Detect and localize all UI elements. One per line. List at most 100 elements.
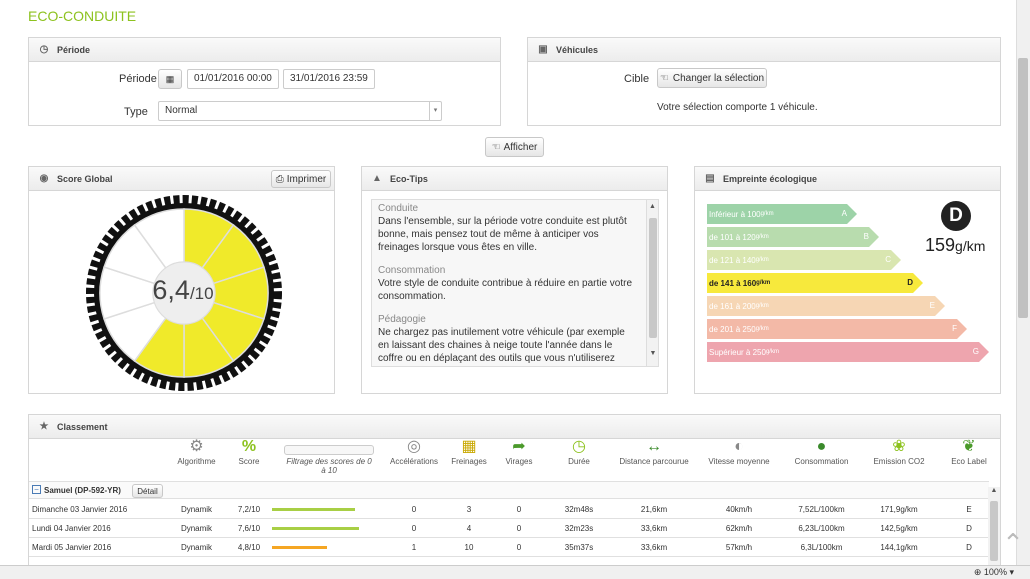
page-scrollbar[interactable]	[1016, 0, 1030, 565]
table-row[interactable]: Mardi 05 Janvier 2016 Dynamik 4,8/10 1 10 0 35…	[29, 538, 989, 557]
col-filtrage[interactable]: Filtrage des scores de 0 à 10	[284, 445, 374, 475]
col-algorithme: ⚙ Algorithme	[169, 437, 224, 466]
bar-chart-icon: ▤	[705, 173, 715, 184]
cell-score: 4,8/10	[237, 543, 261, 552]
classement-panel-header: ★ Classement	[29, 415, 1000, 439]
chevron-down-icon: ▾	[1009, 567, 1014, 577]
periode-panel-header: ◷ Période	[29, 38, 500, 62]
eco-row-grade: C	[885, 255, 891, 264]
table-scroll-thumb[interactable]	[990, 501, 998, 561]
zoom-icon: ⊕	[973, 567, 982, 577]
selection-text: Votre sélection comporte 1 véhicule.	[657, 102, 818, 113]
percent-icon: %	[241, 438, 257, 455]
calendar-button[interactable]: ▦	[158, 69, 182, 89]
afficher-button[interactable]: ☜ Afficher	[485, 137, 544, 157]
co2-number: 159	[925, 235, 956, 255]
score-bar	[272, 546, 327, 549]
cell-algo: Dynamik	[180, 505, 213, 514]
eco-scale-row: de 101 à 120 g/km B	[707, 227, 879, 247]
page-title: ECO-CONDUITE	[28, 8, 137, 24]
col-ecolabel: ❦ Eco Label	[939, 437, 999, 466]
zoom-level[interactable]: ⊕ 100% ▾	[974, 567, 1014, 578]
col-co2: ❀ Emission CO2	[864, 437, 934, 466]
change-selection-button[interactable]: ☜ Changer la sélection	[657, 68, 767, 88]
ecotips-scroll-thumb[interactable]	[649, 218, 657, 338]
ecotips-panel: ▲ Eco-Tips Conduite Dans l'ensemble, sur…	[361, 166, 668, 394]
cell-date: Mardi 05 Janvier 2016	[32, 543, 112, 552]
eco-row-unit: g/km	[755, 234, 769, 240]
classement-panel: ★ Classement ⚙ Algorithme % Score Filtrage…	[28, 414, 1001, 574]
filter-slider[interactable]	[284, 445, 374, 455]
vehicules-panel: ▣ Véhicules Cible ☜ Changer la sélection…	[527, 37, 1001, 126]
collapse-icon[interactable]: −	[32, 485, 41, 494]
cell-vitesse: 40km/h	[725, 505, 753, 514]
cell-algo: Dynamik	[180, 543, 213, 552]
cible-label: Cible	[624, 73, 650, 85]
tip-text-consommation: Votre style de conduite contribue à rédu…	[378, 278, 633, 302]
pointer-icon: ☜	[491, 141, 501, 153]
gear-person-icon: ⚙	[189, 438, 204, 455]
col-consommation: ● Consommation	[784, 437, 859, 466]
clock-icon: ◷	[572, 438, 586, 455]
col-virages: ➦ Virages	[499, 437, 539, 466]
tip-title-consommation: Consommation	[378, 265, 446, 276]
eco-row-unit: g/km	[756, 280, 771, 286]
col-distance: ↔ Distance parcourue	[614, 437, 694, 466]
grade-letter: D	[949, 205, 963, 226]
cell-conso: 7,52L/100km	[798, 505, 845, 514]
score-value: 6,4/10	[133, 275, 233, 306]
speedometer-icon: ◐	[734, 438, 744, 455]
tip-text-conduite: Dans l'ensemble, sur la période votre co…	[378, 216, 627, 253]
cell-distance: 33,6km	[640, 543, 668, 552]
eco-row-range: de 141 à 160	[709, 278, 757, 288]
cell-co2: 144,1g/km	[880, 543, 918, 552]
cell-co2: 171,9g/km	[880, 505, 918, 514]
eco-row-unit: g/km	[755, 257, 769, 263]
group-row: − Samuel (DP-592-YR) Détail	[29, 481, 989, 499]
eco-row-grade: A	[841, 209, 847, 218]
vehicules-panel-header: ▣ Véhicules	[528, 38, 1000, 62]
cell-score: 7,2/10	[237, 505, 261, 514]
ecotips-content[interactable]: Conduite Dans l'ensemble, sur la période…	[371, 199, 659, 367]
page-scroll-thumb[interactable]	[1018, 58, 1028, 318]
scroll-up-icon[interactable]: ▲	[988, 487, 1000, 494]
score-bar	[272, 508, 355, 511]
cell-date: Lundi 04 Janvier 2016	[32, 524, 111, 533]
steering-wheel-icon: ◎	[407, 438, 421, 455]
co2-value: 159g/km	[925, 235, 985, 256]
scroll-down-icon[interactable]: ▼	[647, 347, 658, 360]
classement-panel-title: Classement	[57, 421, 108, 432]
scroll-up-icon[interactable]: ▲	[647, 200, 658, 213]
periode-panel: ◷ Période Période ▦ 01/01/2016 00:00 31/…	[28, 37, 501, 126]
date-end-input[interactable]: 31/01/2016 23:59	[283, 69, 375, 89]
trophy-icon: ★	[39, 421, 49, 432]
eco-row-grade: G	[972, 347, 979, 356]
eco-row-range: Supérieur à 250	[709, 347, 766, 357]
table-row[interactable]: Dimanche 03 Janvier 2016 Dynamik 7,2/10 0 3 0…	[29, 500, 989, 519]
score-panel-title: Score Global	[57, 173, 113, 184]
eco-row-range: de 161 à 200	[709, 301, 756, 311]
type-select[interactable]: Normal ▾	[158, 101, 442, 121]
date-start-input[interactable]: 01/01/2016 00:00	[187, 69, 279, 89]
eco-row-unit: g/km	[755, 326, 769, 332]
barrier-icon: ▦	[461, 438, 477, 455]
col-freinages: ▦ Freinages	[444, 437, 494, 466]
cell-duree: 32m23s	[564, 524, 594, 533]
cell-conso: 6,23L/100km	[798, 524, 845, 533]
scroll-up-chevron-icon[interactable]: ⌃	[998, 528, 1028, 558]
eco-scale-row: Supérieur à 250 g/km G	[707, 342, 989, 362]
type-label: Type	[124, 106, 148, 118]
print-button[interactable]: ⎙ Imprimer	[271, 170, 331, 188]
gauge-icon: ◉	[39, 173, 49, 184]
cell-vitesse: 62km/h	[725, 524, 753, 533]
eco-scale-row: de 141 à 160 g/km D	[707, 273, 923, 293]
cell-accel: 1	[411, 543, 417, 552]
fuel-drop-icon: ●	[816, 438, 827, 455]
detail-button[interactable]: Détail	[132, 484, 163, 498]
ecotips-scrollbar[interactable]: ▲ ▼	[646, 200, 658, 366]
table-row[interactable]: Lundi 04 Janvier 2016 Dynamik 7,6/10 0 4 0 32m…	[29, 519, 989, 538]
cell-virages: 0	[516, 543, 522, 552]
ecotips-panel-header: ▲ Eco-Tips	[362, 167, 667, 191]
tip-title-conduite: Conduite	[378, 203, 419, 214]
cell-duree: 32m48s	[564, 505, 594, 514]
